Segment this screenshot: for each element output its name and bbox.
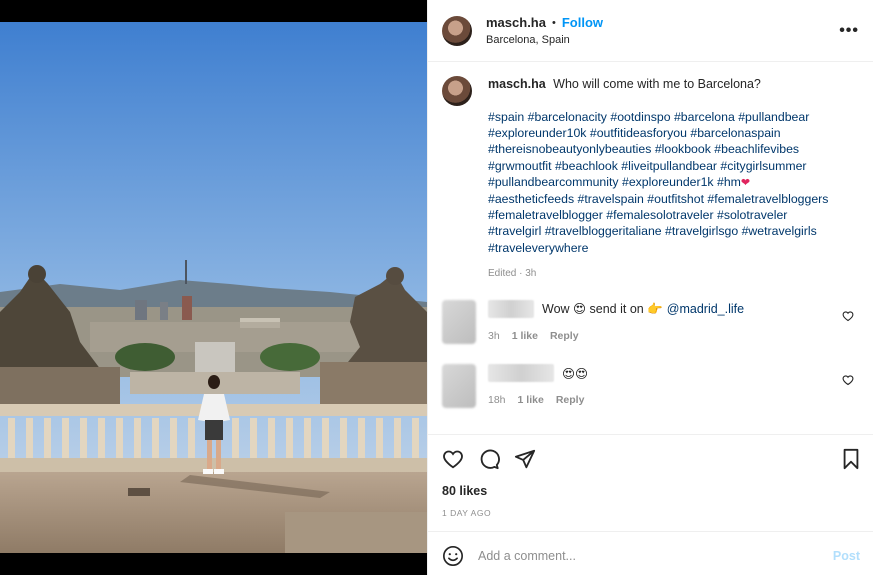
header-text: masch.ha • Follow Barcelona, Spain — [486, 15, 603, 46]
follow-button[interactable]: Follow — [562, 15, 603, 30]
separator-dot: • — [551, 16, 556, 29]
post-comment-button[interactable]: Post — [833, 549, 860, 563]
caption-username[interactable]: masch.ha — [488, 77, 546, 91]
commenter-avatar-blurred[interactable] — [442, 300, 476, 344]
heart-outline-icon[interactable] — [442, 448, 464, 470]
hashtag-line[interactable]: #exploreunder10k #outfitideasforyou #bar… — [488, 125, 853, 141]
header-top-line: masch.ha • Follow — [486, 15, 603, 30]
reply-button[interactable]: Reply — [550, 330, 579, 342]
commenter-avatar-blurred[interactable] — [442, 364, 476, 408]
instagram-post-modal: masch.ha • Follow Barcelona, Spain ••• m… — [0, 0, 873, 575]
hashtag-line[interactable]: #aestheticfeeds #travelspain #outfitshot… — [488, 191, 853, 207]
post-photo[interactable] — [0, 22, 427, 553]
speech-bubble-icon[interactable] — [478, 448, 500, 470]
comment-text: 😍😍 — [562, 366, 589, 381]
reply-button[interactable]: Reply — [556, 394, 585, 406]
comment-item: 😍😍 18h 1 like Reply — [442, 364, 860, 408]
ellipsis-icon[interactable]: ••• — [839, 22, 859, 40]
paper-plane-icon[interactable] — [514, 448, 536, 470]
hashtag-line[interactable]: #pullandbearcommunity #exploreunder1k #h… — [488, 175, 741, 189]
commenter-name-blurred[interactable] — [488, 364, 554, 382]
photo-panel — [0, 0, 427, 575]
comment-meta: 18h 1 like Reply — [488, 394, 860, 406]
hashtag-line[interactable]: #grwmoutfit #beachlook #liveitpullandbea… — [488, 158, 853, 174]
comment-like-count[interactable]: 1 like — [512, 330, 538, 342]
caption-text: Who will come with me to Barcelona? — [553, 77, 761, 91]
smiley-icon[interactable] — [442, 545, 464, 567]
hashtag-list: #spain #barcelonacity #ootdinspo #barcel… — [488, 109, 853, 256]
comment-text: Wow 😍 send it on 👉 — [542, 302, 663, 316]
author-username[interactable]: masch.ha — [486, 15, 546, 30]
comment-content: 😍😍 18h 1 like Reply — [488, 364, 860, 408]
comment-like-count[interactable]: 1 like — [518, 394, 544, 406]
commenter-name-blurred[interactable] — [488, 300, 534, 318]
comment-box-divider — [428, 531, 873, 532]
post-location[interactable]: Barcelona, Spain — [486, 34, 603, 46]
action-bar — [442, 448, 536, 470]
post-panel: masch.ha • Follow Barcelona, Spain ••• m… — [427, 0, 873, 575]
comment-time: 18h — [488, 394, 506, 406]
caption-body: masch.ha Who will come with me to Barcel… — [488, 76, 853, 279]
caption-text-line: masch.ha Who will come with me to Barcel… — [488, 76, 853, 92]
edited-timestamp: Edited · 3h — [488, 267, 537, 279]
comment-line: 😍😍 — [488, 364, 860, 382]
barcelona-photo-illustration — [0, 22, 427, 553]
comment-meta: 3h 1 like Reply — [488, 330, 860, 342]
caption-avatar[interactable] — [442, 76, 472, 106]
comment-mention[interactable]: @madrid_.life — [667, 302, 744, 316]
add-comment-bar: Post — [428, 537, 873, 575]
comment-item: Wow 😍 send it on 👉 @madrid_.life 3h 1 li… — [442, 300, 860, 344]
comment-time: 3h — [488, 330, 500, 342]
comment-content: Wow 😍 send it on 👉 @madrid_.life 3h 1 li… — [488, 300, 860, 344]
hashtag-line[interactable]: #spain #barcelonacity #ootdinspo #barcel… — [488, 109, 853, 125]
hashtag-line[interactable]: #traveleverywhere — [488, 240, 853, 256]
author-avatar[interactable] — [442, 15, 472, 46]
hashtag-line[interactable]: #travelgirl #travelbloggeritaliane #trav… — [488, 223, 853, 239]
comment-line: Wow 😍 send it on 👉 @madrid_.life — [488, 300, 860, 318]
post-date: 1 DAY AGO — [442, 508, 492, 518]
add-comment-input[interactable] — [478, 549, 833, 563]
hashtag-line[interactable]: #femaletravelblogger #femalesolotraveler… — [488, 207, 853, 223]
like-count[interactable]: 80 likes — [442, 484, 487, 498]
hashtag-line[interactable]: #thereisnobeautyonlybeauties #lookbook #… — [488, 141, 853, 157]
bookmark-icon[interactable] — [841, 448, 861, 470]
comment-like-heart-icon[interactable] — [842, 310, 854, 322]
post-header: masch.ha • Follow Barcelona, Spain ••• — [428, 0, 873, 62]
caption-block: masch.ha Who will come with me to Barcel… — [428, 62, 873, 279]
comment-like-heart-icon[interactable] — [842, 374, 854, 386]
heart-emoji-icon: ❤ — [740, 176, 751, 189]
actions-divider — [428, 434, 873, 435]
hashtag-line-with-heart: #pullandbearcommunity #exploreunder1k #h… — [488, 174, 853, 191]
